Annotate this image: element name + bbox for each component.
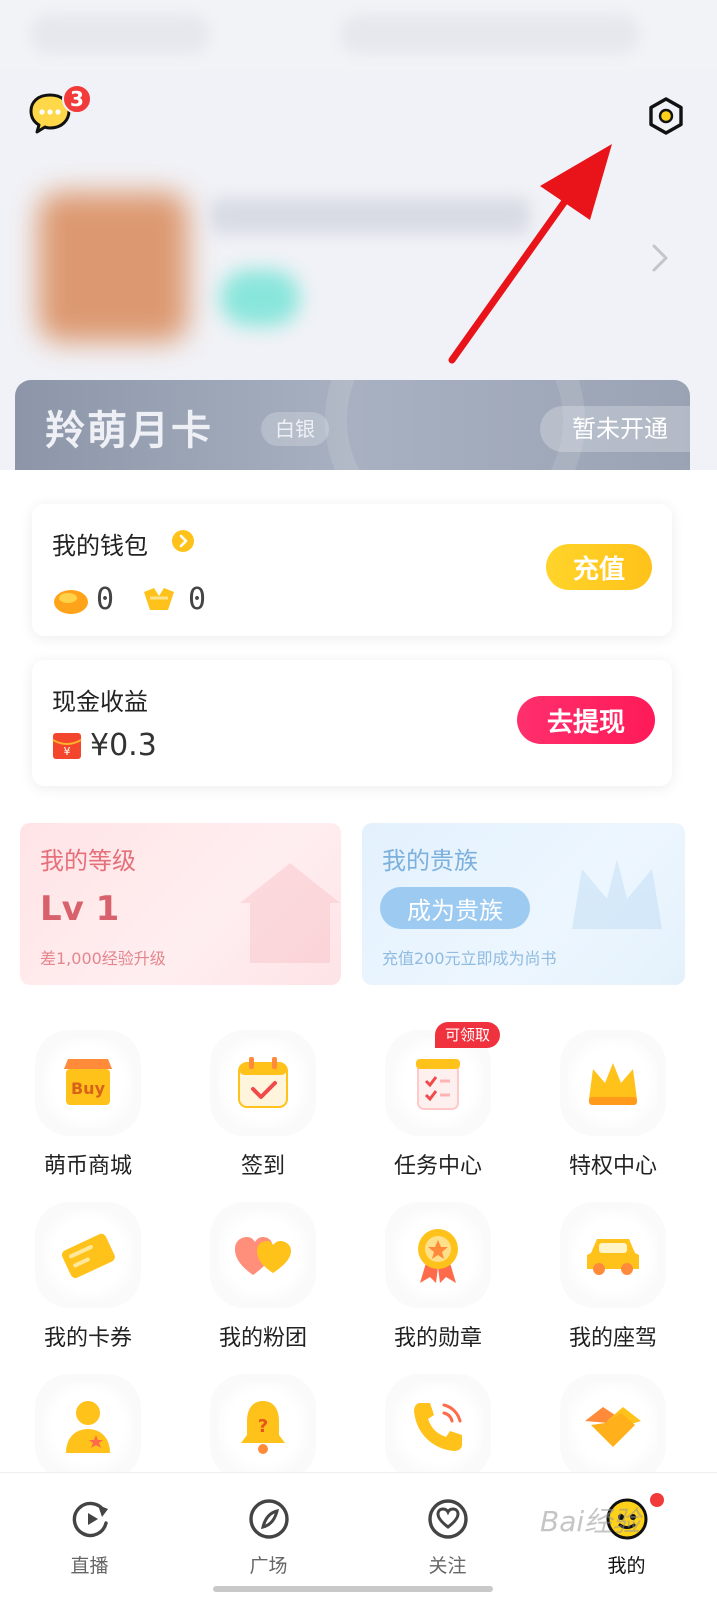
home-indicator[interactable] xyxy=(213,1586,493,1592)
compass-icon xyxy=(249,1499,289,1539)
blurred-element xyxy=(340,14,640,54)
wallet-title: 我的钱包 xyxy=(52,532,148,560)
grid-label: 签到 xyxy=(240,1154,285,1179)
svg-text:¥: ¥ xyxy=(64,745,71,758)
user-star-icon xyxy=(43,1382,133,1472)
tab-follow[interactable]: 关注 xyxy=(358,1473,537,1600)
avatar xyxy=(38,192,188,342)
grid-item-task-center[interactable]: 可领取 任务中心 xyxy=(363,1022,513,1198)
svg-text:?: ? xyxy=(258,1416,268,1437)
grid-label: 我的座驾 xyxy=(568,1326,657,1351)
tab-label: 我的 xyxy=(607,1555,646,1577)
bean-coin-icon xyxy=(54,590,88,614)
blurred-element xyxy=(30,14,210,54)
bean-coin-value: 0 xyxy=(96,582,115,617)
withdraw-button[interactable]: 去提现 xyxy=(517,696,655,744)
handshake-icon xyxy=(568,1382,658,1472)
shop-buy-icon: Buy xyxy=(43,1038,133,1128)
svg-text:Buy: Buy xyxy=(71,1079,106,1098)
grid-label: 特权中心 xyxy=(568,1154,657,1179)
noble-subtitle: 充值200元立即成为尚书 xyxy=(382,949,557,968)
level-title: 我的等级 xyxy=(40,847,136,875)
grid-item-coupons[interactable]: 我的卡券 xyxy=(13,1210,163,1370)
cash-value: ¥0.3 xyxy=(90,728,157,763)
cash-earnings-card[interactable]: 现金收益 ¥ ¥0.3 去提现 xyxy=(32,660,672,786)
claimable-badge: 可领取 xyxy=(435,1022,501,1048)
heart-circle-icon xyxy=(428,1499,468,1539)
red-packet-icon: ¥ xyxy=(52,733,82,759)
crown-icon xyxy=(568,1038,658,1128)
chevron-right-icon[interactable] xyxy=(648,240,672,276)
wallet-card[interactable]: 我的钱包 0 0 充值 xyxy=(32,504,672,636)
tab-live[interactable]: 直播 xyxy=(0,1473,179,1600)
level-value: Lv 1 xyxy=(40,889,120,929)
task-list-icon xyxy=(393,1038,483,1128)
vip-month-card[interactable]: 羚萌月卡 白银 暂未开通 xyxy=(15,380,690,470)
tab-label: 广场 xyxy=(249,1555,288,1577)
tab-label: 直播 xyxy=(70,1555,109,1577)
medal-icon xyxy=(393,1210,483,1300)
replay-icon xyxy=(72,1501,108,1538)
my-noble-card[interactable]: 我的贵族 成为贵族 充值200元立即成为尚书 xyxy=(362,823,685,985)
vip-status-button[interactable]: 暂未开通 xyxy=(540,406,690,452)
phone-icon xyxy=(393,1382,483,1472)
cash-title: 现金收益 xyxy=(52,688,148,716)
my-level-card[interactable]: 我的等级 Lv 1 差1,000经验升级 xyxy=(20,823,341,985)
watermark: Bai经验 xyxy=(540,1505,641,1538)
calendar-check-icon xyxy=(218,1038,308,1128)
grid-label: 我的粉团 xyxy=(218,1326,307,1351)
ticket-icon xyxy=(43,1210,133,1300)
tab-label: 关注 xyxy=(428,1555,467,1577)
gold-ingot-icon xyxy=(144,588,174,610)
grid-item-privilege-center[interactable]: 特权中心 xyxy=(538,1038,688,1198)
grid-label: 我的卡券 xyxy=(43,1326,132,1351)
grid-item-fan-group[interactable]: 我的粉团 xyxy=(188,1210,338,1370)
grid-label: 我的勋章 xyxy=(393,1326,482,1351)
grid-item-shop[interactable]: Buy 萌币商城 xyxy=(13,1038,163,1198)
grid-label: 任务中心 xyxy=(393,1154,482,1179)
become-noble-button[interactable]: 成为贵族 xyxy=(380,887,530,929)
vip-tier-tag: 白银 xyxy=(261,412,329,446)
gold-value: 0 xyxy=(188,582,207,617)
tab-square[interactable]: 广场 xyxy=(179,1473,358,1600)
hearts-icon xyxy=(218,1210,308,1300)
grid-label: 萌币商城 xyxy=(43,1154,132,1179)
message-badge: 3 xyxy=(62,84,92,114)
crown-decoration-icon xyxy=(572,859,662,929)
annotation-arrow xyxy=(448,144,612,364)
settings-hexagon-icon[interactable] xyxy=(646,96,686,136)
grid-item-checkin[interactable]: 签到 xyxy=(188,1038,338,1198)
user-tag-blurred xyxy=(220,270,300,326)
grid-item-vehicle[interactable]: 我的座驾 xyxy=(538,1210,688,1370)
grid-item-medals[interactable]: 我的勋章 xyxy=(363,1210,513,1370)
notification-dot xyxy=(650,1493,664,1507)
vip-card-title: 羚萌月卡 xyxy=(45,408,213,454)
level-subtitle: 差1,000经验升级 xyxy=(40,949,166,968)
recharge-button[interactable]: 充值 xyxy=(546,544,652,590)
noble-title: 我的贵族 xyxy=(382,847,478,875)
top-blurred-bar xyxy=(0,0,717,70)
castle-decoration-icon xyxy=(240,863,340,963)
chevron-circle-icon[interactable] xyxy=(172,530,194,552)
bell-question-icon: ? xyxy=(218,1382,308,1472)
car-icon xyxy=(568,1210,658,1300)
